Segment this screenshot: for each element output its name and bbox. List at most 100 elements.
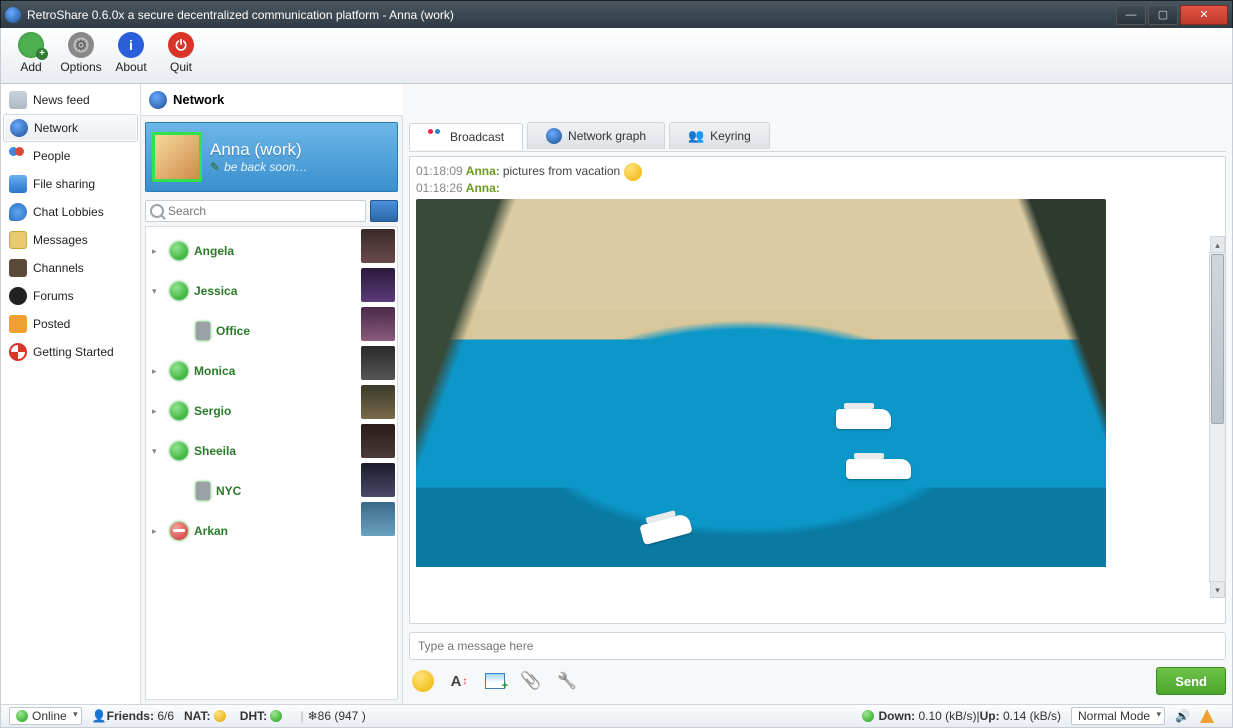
window-close-button[interactable]: ✕ [1180,5,1228,25]
network-icon [149,91,167,109]
channels-icon [9,259,27,277]
people-icon [9,147,27,165]
bandwidth: Down: 0.10 (kB/s) | Up: 0.14 (kB/s) [862,709,1061,723]
sound-toggle[interactable]: 🔊 [1175,709,1190,723]
expander-icon[interactable]: ▸ [152,366,164,377]
sidebar-item-newsfeed[interactable]: News feed [3,86,138,114]
friend-search[interactable] [145,200,366,222]
add-label: Add [9,60,53,74]
chat-panel: 01:18:09 Anna: pictures from vacation 01… [409,156,1226,624]
friend-item[interactable]: ▾Sheeila [146,431,397,471]
online-status-icon [196,482,210,500]
about-button[interactable]: i About [109,32,153,74]
send-button[interactable]: Send [1156,667,1226,695]
avatar[interactable] [361,424,395,458]
expander-icon[interactable]: ▾ [152,286,164,297]
keyring-icon [688,128,704,144]
sidebar-item-chatlobby[interactable]: Chat Lobbies [3,198,138,226]
expander-icon[interactable]: ▸ [152,406,164,417]
network-title: Network [173,92,224,107]
friend-item[interactable]: ▸Sergio [146,391,397,431]
avatar[interactable] [361,385,395,419]
friend-item[interactable]: ▸Angela [146,231,397,271]
friend-item[interactable]: ▾Jessica [146,271,397,311]
expander-icon[interactable]: ▸ [152,246,164,257]
dht-status: DHT: [240,709,287,723]
chat-image[interactable] [416,199,1106,567]
avatar[interactable] [361,463,395,497]
expander-icon[interactable]: ▾ [152,446,164,457]
edit-status-icon: ✎ [210,160,220,174]
forums-icon [9,287,27,305]
search-icon [150,204,164,218]
friend-item[interactable]: NYC [146,471,397,511]
dht-dot-icon [270,710,282,722]
main-toolbar: Add ⚙ Options i About ⏻ Quit [0,28,1233,84]
messages-icon [9,231,27,249]
smiley-icon [624,163,642,181]
chat-input[interactable] [409,632,1226,660]
nat-status: NAT: [184,709,230,723]
tab-keyring[interactable]: Keyring [669,122,770,149]
sidebar-item-getting-started[interactable]: Getting Started [3,338,138,366]
online-status-icon [170,442,188,460]
chat-log[interactable]: 01:18:09 Anna: pictures from vacation 01… [410,157,1225,567]
options-button[interactable]: ⚙ Options [59,32,103,74]
down-arrow-icon [862,710,874,722]
friend-item[interactable]: ▸Monica [146,351,397,391]
app-icon [5,7,21,23]
friends-list-container: ▸Angela▾JessicaOffice▸Monica▸Sergio▾Shee… [145,226,398,700]
edit-status-button[interactable] [370,200,398,222]
network-icon [10,119,28,137]
quit-button[interactable]: ⏻ Quit [159,32,203,74]
scroll-down-button[interactable]: ▾ [1210,582,1225,598]
add-button[interactable]: Add [9,32,53,74]
warning-icon[interactable] [1200,709,1214,723]
chat-scrollbar[interactable]: ▴ ▾ [1209,252,1226,582]
expander-icon[interactable]: ▸ [152,526,164,537]
chat-message: 01:18:26 Anna: [416,181,1219,195]
scroll-thumb[interactable] [1211,254,1224,424]
status-selector[interactable]: Online [9,707,82,725]
scroll-up-button[interactable]: ▴ [1210,236,1225,252]
sidebar-item-forums[interactable]: Forums [3,282,138,310]
online-status-icon [170,362,188,380]
friend-search-input[interactable] [168,201,361,221]
options-label: Options [59,60,103,74]
insert-image-button[interactable] [481,667,509,695]
sidebar-item-filesharing[interactable]: File sharing [3,170,138,198]
font-button[interactable] [445,667,473,695]
profile-card: Anna (work) ✎be back soon… [145,122,398,192]
emoji-button[interactable] [409,667,437,695]
sidebar-item-network[interactable]: Network [3,114,138,142]
tab-network-graph[interactable]: Network graph [527,122,665,149]
mode-selector[interactable]: Normal Mode [1071,707,1165,725]
online-dot-icon [16,710,28,722]
avatar[interactable] [361,346,395,380]
chat-settings-button[interactable] [553,667,581,695]
own-avatar[interactable] [152,132,202,182]
avatar[interactable] [361,268,395,302]
nat-dot-icon [214,710,226,722]
posted-icon [9,315,27,333]
attach-button[interactable] [517,667,545,695]
add-friend-icon [18,32,44,58]
friend-item[interactable]: Office [146,311,397,351]
sidebar-item-channels[interactable]: Channels [3,254,138,282]
nav-sidebar: News feed Network People File sharing Ch… [1,84,141,704]
window-minimize-button[interactable]: — [1116,5,1146,25]
window-maximize-button[interactable]: ▢ [1148,5,1178,25]
avatar[interactable] [361,307,395,341]
profile-status[interactable]: ✎be back soon… [210,160,307,174]
tab-broadcast[interactable]: Broadcast [409,123,523,150]
friend-item[interactable]: ▸Arkan [146,511,397,551]
friend-avatars [361,229,395,541]
avatar[interactable] [361,229,395,263]
sidebar-item-posted[interactable]: Posted [3,310,138,338]
chat-toolbar: Send [409,664,1226,698]
sidebar-item-messages[interactable]: Messages [3,226,138,254]
sidebar-item-people[interactable]: People [3,142,138,170]
avatar[interactable] [361,502,395,536]
emoji-icon [412,670,434,692]
online-status-icon [170,402,188,420]
